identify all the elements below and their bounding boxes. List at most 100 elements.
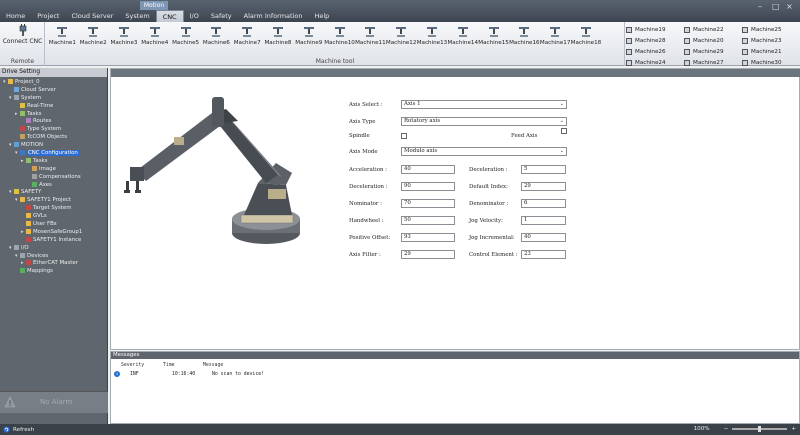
machine-button-12[interactable]: Machine12 xyxy=(386,25,417,51)
tree-node[interactable]: ▸ Tasks xyxy=(0,110,107,119)
machine-small-button[interactable]: Machine30 xyxy=(742,58,800,67)
machine-small-button[interactable]: Machine27 xyxy=(684,58,742,67)
machine-button-13[interactable]: Machine13 xyxy=(417,25,448,51)
menu-item-cnc[interactable]: CNC xyxy=(155,10,184,22)
menu-item-cloud-server[interactable]: Cloud Server xyxy=(65,10,119,22)
menu-item-help[interactable]: Help xyxy=(308,10,335,22)
machine-small-button[interactable]: Machine24 xyxy=(626,58,684,67)
tree-node[interactable]: Axes xyxy=(0,181,107,190)
machine-button-9[interactable]: Machine9 xyxy=(293,25,324,51)
tree-node[interactable]: User FBs xyxy=(0,221,107,229)
machine-button-5[interactable]: Machine5 xyxy=(170,25,201,51)
machine-small-button[interactable]: Machine29 xyxy=(684,47,742,56)
menu-item-alarm-information[interactable]: Alarm Information xyxy=(238,10,309,22)
machine-button-1[interactable]: Machine1 xyxy=(47,25,78,51)
parameter-input[interactable]: 90 xyxy=(401,182,455,191)
machine-small-button[interactable]: Machine28 xyxy=(626,36,684,45)
tree-node[interactable]: Mappings xyxy=(0,268,107,276)
machine-small-button[interactable]: Machine21 xyxy=(742,47,800,56)
menu-item-i-o[interactable]: I/O xyxy=(184,10,205,22)
machine-small-button[interactable]: Machine25 xyxy=(742,25,800,34)
parameter-input[interactable]: 93 xyxy=(401,233,455,242)
feed-axis-checkbox[interactable] xyxy=(561,128,567,134)
parameter-input[interactable]: 6 xyxy=(521,199,566,208)
tree-node[interactable]: ▾ Project_0 xyxy=(0,79,107,87)
chevron-down-icon: ⌄ xyxy=(559,148,564,154)
tree-node[interactable]: ▾ SAFETY1 Project xyxy=(0,197,107,205)
clock-icon xyxy=(20,102,25,108)
parameter-input[interactable]: 50 xyxy=(401,216,455,225)
parameter-input[interactable]: 29 xyxy=(401,250,455,259)
menu-item-home[interactable]: Home xyxy=(0,10,31,22)
machine-button-18[interactable]: Machine18 xyxy=(571,25,602,51)
machine-button-3[interactable]: Machine3 xyxy=(109,25,140,51)
machine-button-6[interactable]: Machine6 xyxy=(201,25,232,51)
machine-small-button[interactable]: Machine22 xyxy=(684,25,742,34)
parameter-input[interactable]: 29 xyxy=(521,182,566,191)
maximize-icon[interactable]: □ xyxy=(772,2,780,11)
menu-item-project[interactable]: Project xyxy=(31,10,65,22)
tree-node-label: I/O xyxy=(21,244,29,251)
tree-node[interactable]: ▾ MOTION xyxy=(0,142,107,150)
tasks-icon xyxy=(20,110,25,116)
machine-small-button[interactable]: Machine20 xyxy=(684,36,742,45)
menu-item-safety[interactable]: Safety xyxy=(205,10,238,22)
machine-small-button[interactable]: Machine19 xyxy=(626,25,684,34)
zoom-slider-handle[interactable] xyxy=(758,426,762,432)
tree-node[interactable]: Target System xyxy=(0,205,107,213)
refresh-status[interactable]: Refresh xyxy=(3,426,34,433)
minimize-icon[interactable]: – xyxy=(758,2,762,11)
machine-button-8[interactable]: Machine8 xyxy=(263,25,294,51)
axis-select-dropdown[interactable]: Axis 1 ⌄ xyxy=(401,100,567,109)
parameter-input[interactable]: 1 xyxy=(521,216,566,225)
close-icon[interactable]: × xyxy=(786,2,793,11)
cloud-icon xyxy=(14,86,19,92)
machine-button-14[interactable]: Machine14 xyxy=(447,25,478,51)
tree-node[interactable]: ▸ MosenSafeGroup1 xyxy=(0,228,107,237)
machine-button-2[interactable]: Machine2 xyxy=(78,25,109,51)
machine-button-17[interactable]: Machine17 xyxy=(540,25,571,51)
parameter-input[interactable]: 40 xyxy=(401,165,455,174)
machine-small-icon xyxy=(684,26,690,33)
machine-button-7[interactable]: Machine7 xyxy=(232,25,263,51)
tree-node[interactable]: Compensations xyxy=(0,173,107,182)
zoom-out-icon[interactable]: − xyxy=(724,426,729,432)
machine-small-button[interactable]: Machine23 xyxy=(742,36,800,45)
parameter-input[interactable]: 5 xyxy=(521,165,566,174)
tree-node[interactable]: SAFETY1 Instance xyxy=(0,236,107,245)
zoom-in-icon[interactable]: + xyxy=(791,426,796,432)
tree-node[interactable]: ▾ CNC Configuration xyxy=(0,150,107,158)
parameter-input[interactable]: 40 xyxy=(521,233,566,242)
tree-node[interactable]: TcCOM Objects xyxy=(0,134,107,142)
tree-node[interactable]: ▸ EtherCAT Master xyxy=(0,260,107,268)
tree-node[interactable]: Image xyxy=(0,165,107,174)
tree-node-label: Mappings xyxy=(27,268,53,275)
tree-node[interactable]: ▾ Devices xyxy=(0,252,107,261)
tree-node[interactable]: ▾ System xyxy=(0,94,107,103)
menu-item-system[interactable]: System xyxy=(119,10,155,22)
tree-node[interactable]: ▸ Tasks xyxy=(0,157,107,166)
tree-node[interactable]: Real-Time xyxy=(0,102,107,111)
machine-button-4[interactable]: Machine4 xyxy=(139,25,170,51)
parameter-input[interactable]: 23 xyxy=(521,250,566,259)
machine-small-button[interactable]: Machine26 xyxy=(626,47,684,56)
tree-node[interactable]: Cloud Server xyxy=(0,86,107,95)
tree-node[interactable]: ▾ SAFETY xyxy=(0,189,107,197)
tree-node[interactable]: Type System xyxy=(0,126,107,134)
machine-button-10[interactable]: Machine10 xyxy=(324,25,355,51)
parameter-input[interactable]: 70 xyxy=(401,199,455,208)
message-row[interactable]: i INF 10:16:40 No scan to device! xyxy=(111,371,264,377)
machine-small-icon xyxy=(684,59,690,66)
tree-node[interactable]: Routes xyxy=(0,118,107,126)
cnc-icon xyxy=(20,150,25,156)
tree-node[interactable]: ▾ I/O xyxy=(0,244,107,253)
machine-button-11[interactable]: Machine11 xyxy=(355,25,386,51)
spindle-checkbox[interactable] xyxy=(401,132,407,139)
tree-node[interactable]: GVLs xyxy=(0,213,107,221)
machine-button-15[interactable]: Machine15 xyxy=(478,25,509,51)
axis-type-dropdown[interactable]: Rotatory axis ⌄ xyxy=(401,117,567,126)
axis-mode-dropdown[interactable]: Modulo axis ⌄ xyxy=(401,147,567,156)
zoom-slider[interactable] xyxy=(732,426,788,432)
machine-button-16[interactable]: Machine16 xyxy=(509,25,540,51)
connect-cnc-button[interactable]: Connect CNC xyxy=(2,24,43,54)
